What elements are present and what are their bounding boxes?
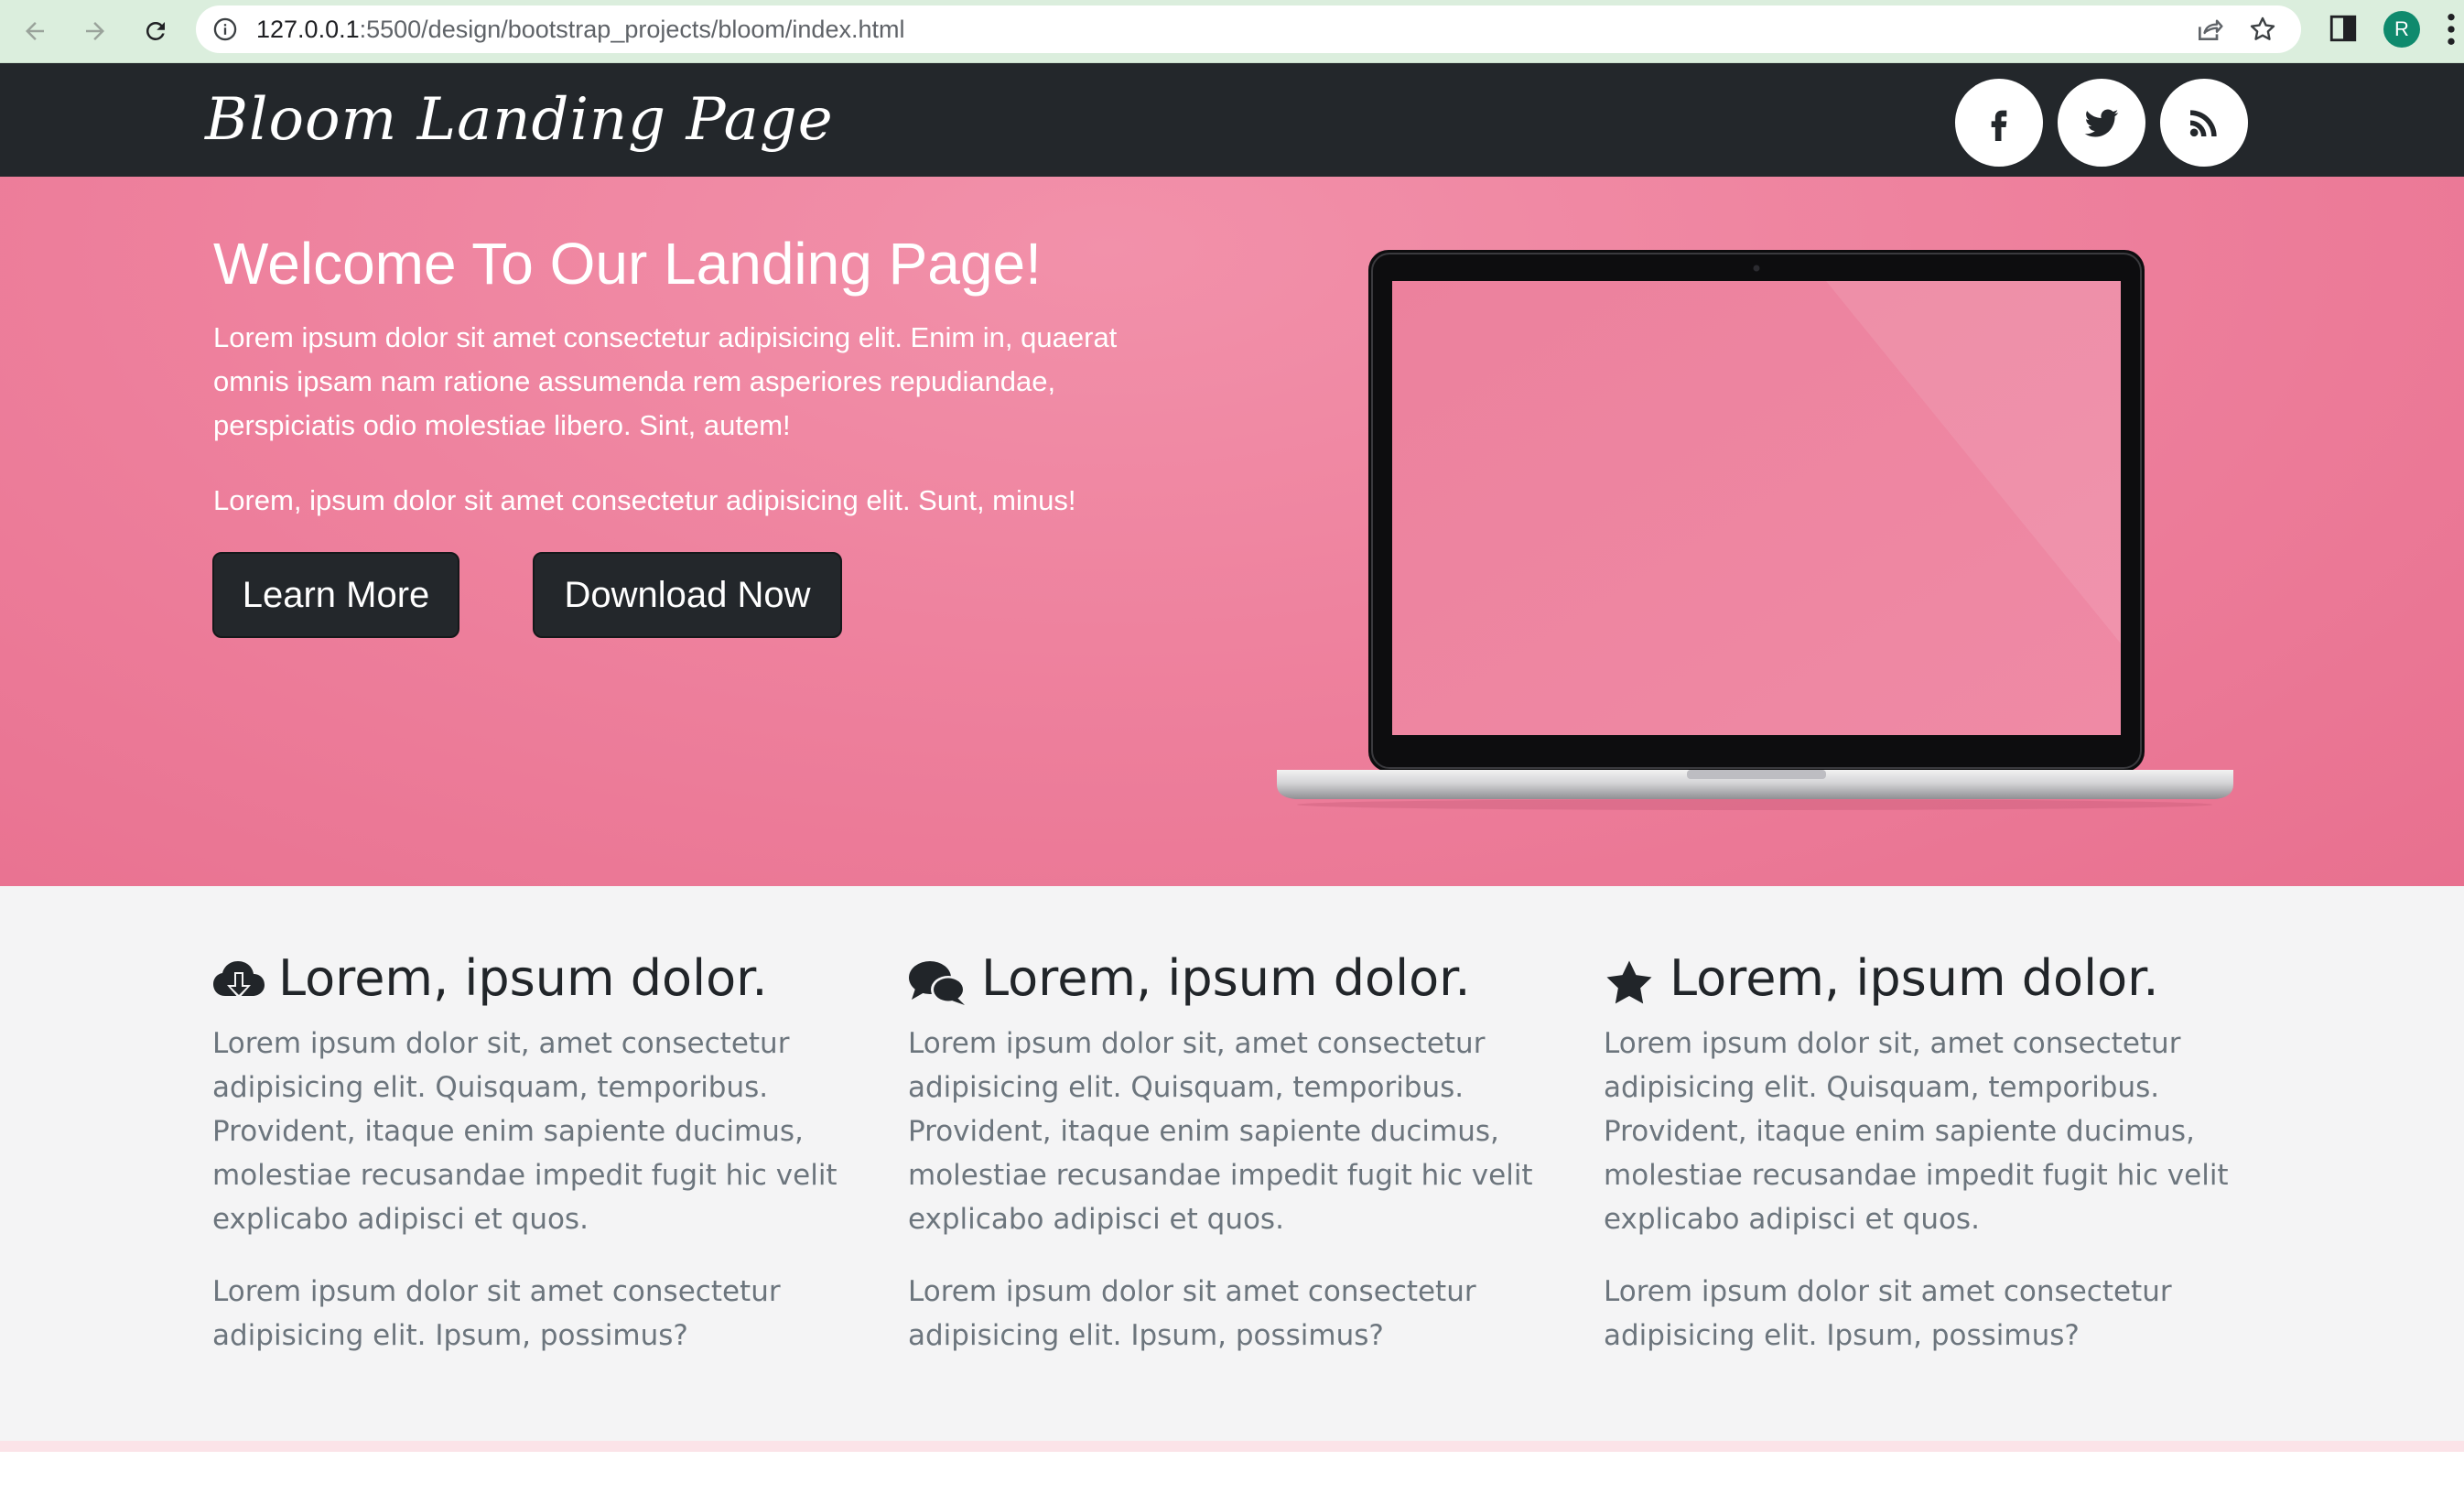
- hero-title: Welcome To Our Landing Page!: [213, 231, 1042, 297]
- section-divider: [0, 1441, 2464, 1452]
- brand-logo[interactable]: Bloom Landing Page: [205, 63, 834, 177]
- feature-column: Lorem, ipsum dolor. Lorem ipsum dolor si…: [908, 947, 1549, 1358]
- feature-text: Lorem ipsum dolor sit, amet consectetur …: [908, 1027, 1533, 1236]
- hero-paragraph-2: Lorem, ipsum dolor sit amet consectetur …: [213, 484, 1076, 516]
- laptop-image: [1277, 250, 2233, 810]
- facebook-icon[interactable]: [1955, 79, 2043, 167]
- learn-more-button[interactable]: Learn More: [212, 552, 459, 638]
- hero-section: Welcome To Our Landing Page! Lorem ipsum…: [0, 177, 2464, 886]
- feature-text: Lorem ipsum dolor sit, amet consectetur …: [1604, 1027, 2229, 1236]
- cloud-download-icon: [213, 961, 265, 999]
- features-section: Lorem, ipsum dolor. Lorem ipsum dolor si…: [0, 886, 2464, 1441]
- feature-text: Lorem ipsum dolor sit amet consectetur a…: [212, 1275, 781, 1352]
- address-bar[interactable]: 127.0.0.1:5500/design/bootstrap_projects…: [196, 5, 2301, 53]
- feature-column: Lorem, ipsum dolor. Lorem ipsum dolor si…: [1604, 947, 2244, 1358]
- rss-icon[interactable]: [2160, 79, 2248, 167]
- feature-text: Lorem ipsum dolor sit, amet consectetur …: [212, 1027, 838, 1236]
- info-icon[interactable]: [212, 16, 238, 42]
- browser-toolbar: 127.0.0.1:5500/design/bootstrap_projects…: [0, 0, 2464, 63]
- feature-title: Lorem, ipsum dolor.: [1670, 949, 2159, 1007]
- feature-text: Lorem ipsum dolor sit amet consectetur a…: [908, 1275, 1476, 1352]
- feature-title: Lorem, ipsum dolor.: [278, 949, 768, 1007]
- url-text: 127.0.0.1:5500/design/bootstrap_projects…: [256, 16, 905, 43]
- feature-title: Lorem, ipsum dolor.: [981, 949, 1471, 1007]
- reload-icon[interactable]: [134, 9, 178, 53]
- side-panel-icon[interactable]: [2328, 13, 2359, 44]
- download-now-button[interactable]: Download Now: [533, 552, 842, 638]
- twitter-icon[interactable]: [2058, 79, 2145, 167]
- back-arrow-icon[interactable]: [13, 9, 57, 53]
- more-menu-icon[interactable]: [2446, 11, 2457, 48]
- forward-arrow-icon[interactable]: [73, 9, 117, 53]
- comments-icon: [909, 961, 966, 1005]
- share-icon[interactable]: [2195, 15, 2224, 44]
- feature-text: Lorem ipsum dolor sit amet consectetur a…: [1604, 1275, 2172, 1352]
- star-icon: [1606, 960, 1652, 1004]
- profile-avatar[interactable]: R: [2383, 11, 2420, 48]
- hero-paragraph-1: Lorem ipsum dolor sit amet consectetur a…: [213, 321, 1118, 441]
- star-icon[interactable]: [2248, 15, 2277, 44]
- feature-column: Lorem, ipsum dolor. Lorem ipsum dolor si…: [212, 947, 853, 1358]
